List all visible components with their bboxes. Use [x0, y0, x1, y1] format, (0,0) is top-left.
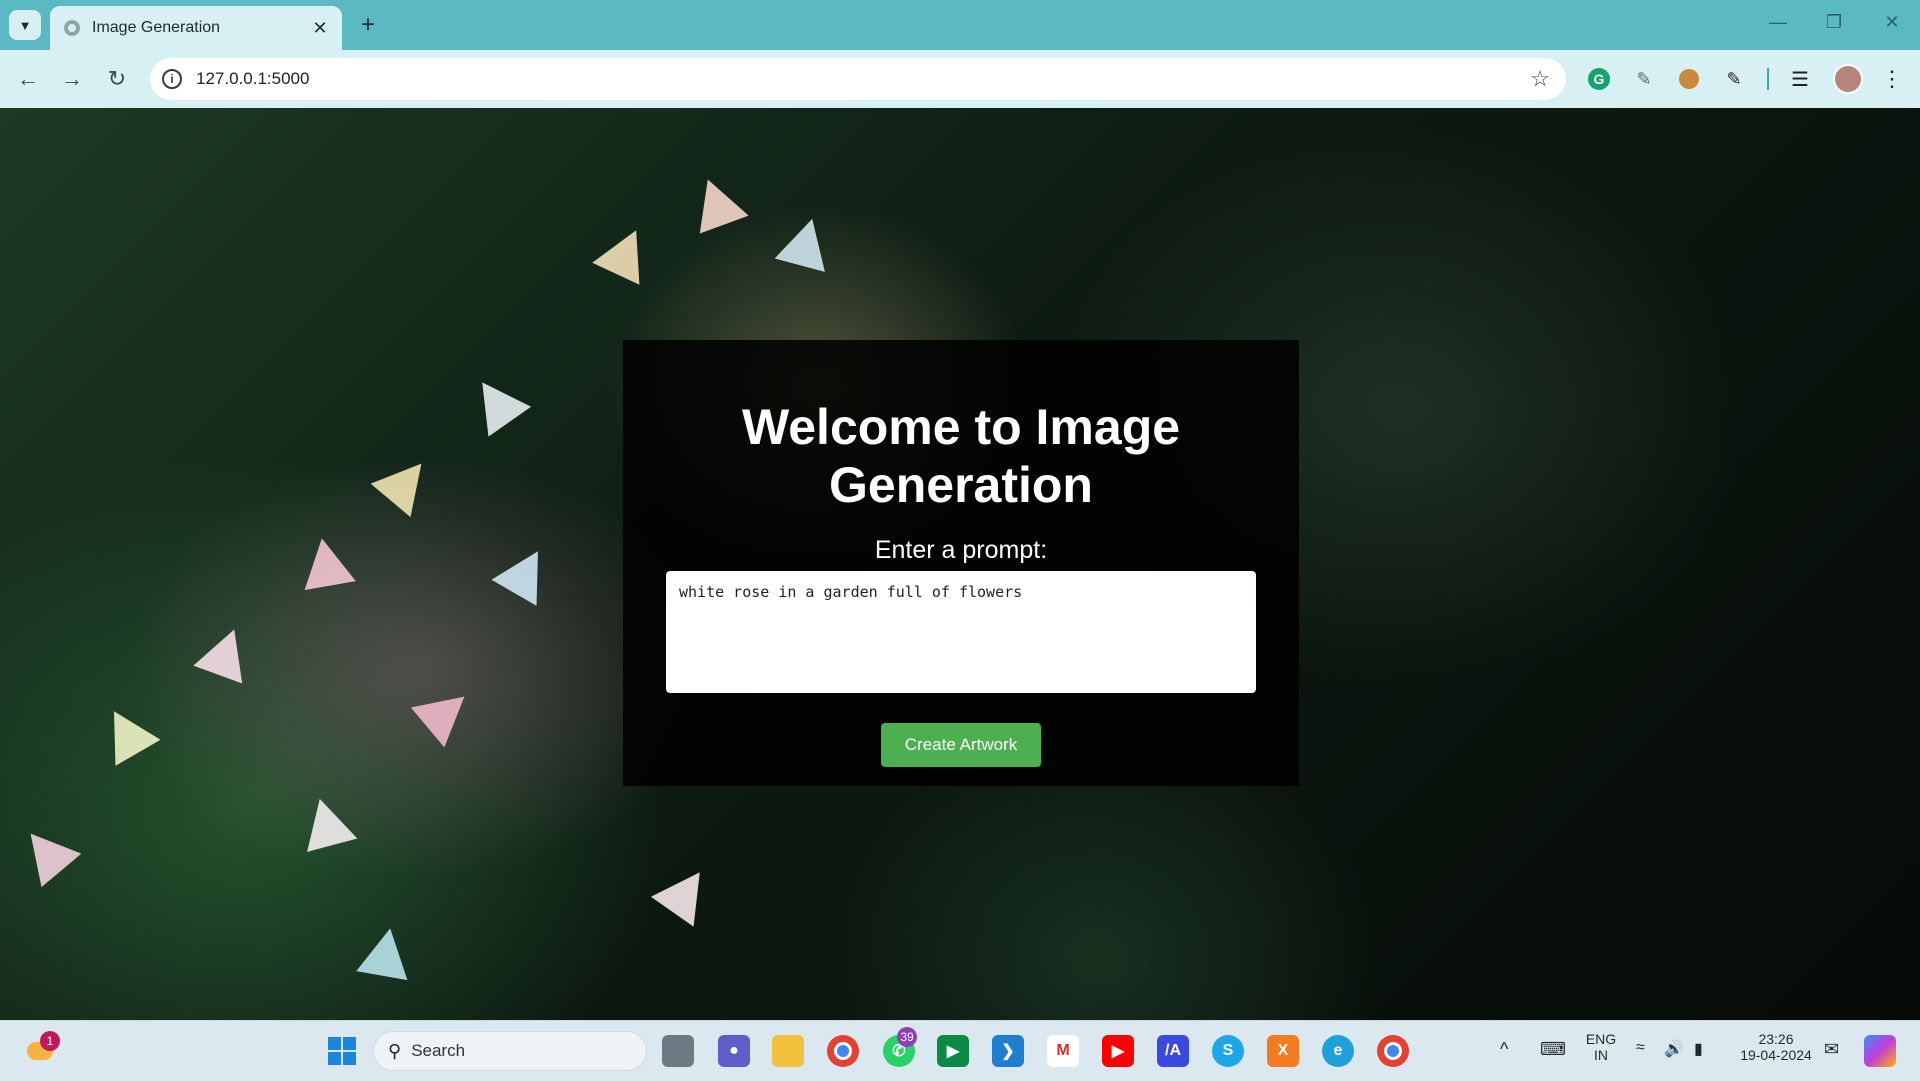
pen-extension-icon[interactable]: ✎ [1628, 63, 1660, 95]
back-arrow-icon[interactable]: ← [12, 63, 44, 95]
copilot-icon[interactable] [1864, 1035, 1896, 1067]
minimize-window-button[interactable]: — [1758, 12, 1798, 33]
edge-icon[interactable]: e [1322, 1035, 1354, 1067]
language-indicator[interactable]: ENG IN [1584, 1031, 1618, 1063]
wifi-icon[interactable]: ≈ [1636, 1039, 1645, 1057]
paper-plane-decoration [491, 538, 561, 606]
menu-kebab-icon[interactable]: ⋮ [1876, 63, 1908, 95]
weather-notification-badge: 1 [40, 1031, 60, 1051]
show-hidden-icons-chevron-icon[interactable]: ^ [1500, 1039, 1508, 1060]
avatar [1833, 64, 1863, 94]
paper-plane-decoration [296, 533, 356, 591]
page-background: Welcome to Image Generation Enter a prom… [0, 108, 1920, 1020]
whatsapp-notification-badge: 39 [897, 1027, 917, 1047]
keyboard-icon[interactable]: ⌨ [1540, 1039, 1566, 1060]
skype-icon[interactable]: S [1212, 1035, 1244, 1067]
paper-plane-decoration [592, 219, 660, 285]
xampp-icon[interactable]: X [1267, 1035, 1299, 1067]
address-bar[interactable]: i 127.0.0.1:5000 ☆ [150, 58, 1566, 100]
paper-plane-decoration [774, 212, 838, 272]
url-text: 127.0.0.1:5000 [196, 69, 310, 88]
battery-icon[interactable]: ▮ [1694, 1039, 1703, 1059]
browser-titlebar: ▼ Image Generation ✕ + — ❐ ✕ [0, 0, 1920, 50]
start-windows-icon[interactable] [326, 1035, 358, 1067]
paper-plane-decoration [91, 698, 161, 766]
create-artwork-button[interactable]: Create Artwork [881, 723, 1041, 767]
browser-toolbar: ← → ↻ i 127.0.0.1:5000 ☆ G ✎ ✎ ☰ ⋮ [0, 50, 1920, 108]
taskbar-search-label: Search [411, 1041, 466, 1060]
taskbar-search-box[interactable]: ⚲ Search [373, 1031, 647, 1071]
profile-avatar[interactable] [1832, 63, 1864, 95]
forward-arrow-icon[interactable]: → [56, 63, 88, 95]
close-window-button[interactable]: ✕ [1872, 12, 1912, 33]
bookmark-star-icon[interactable]: ☆ [1530, 66, 1550, 92]
paper-plane-decoration [356, 923, 416, 981]
task-view-icon[interactable] [662, 1035, 694, 1067]
cookie-extension-icon[interactable] [1673, 63, 1705, 95]
globe-icon [64, 20, 80, 36]
paper-plane-decoration [10, 816, 82, 888]
youtube-icon[interactable]: ▶ [1102, 1035, 1134, 1067]
meet-video-icon[interactable]: ▶ [937, 1035, 969, 1067]
restore-window-button[interactable]: ❐ [1814, 12, 1854, 33]
clock[interactable]: 23:26 19-04-2024 [1734, 1031, 1818, 1063]
close-tab-icon[interactable]: ✕ [306, 18, 334, 39]
paper-plane-decoration [294, 792, 358, 852]
paper-plane-decoration [410, 676, 482, 748]
notification-bell-icon[interactable]: ✉ [1824, 1039, 1839, 1060]
chrome-icon[interactable] [827, 1035, 859, 1067]
grammarly-extension-icon[interactable]: G [1583, 63, 1615, 95]
clock-date: 19-04-2024 [1740, 1047, 1812, 1063]
site-info-icon[interactable]: i [162, 69, 182, 89]
paper-plane-decoration [650, 857, 722, 927]
search-icon: ⚲ [388, 1040, 402, 1061]
media-controls-icon[interactable]: ☰ [1784, 63, 1816, 95]
volume-icon[interactable]: 🔊 [1664, 1039, 1684, 1059]
paper-plane-decoration [370, 446, 442, 518]
file-explorer-icon[interactable] [772, 1035, 804, 1067]
vscode-icon[interactable]: ❯ [992, 1035, 1024, 1067]
vpn-app-icon[interactable]: /A [1157, 1035, 1189, 1067]
paper-plane-decoration [683, 170, 749, 234]
language-code: ENG [1585, 1031, 1617, 1047]
paper-plane-decoration [193, 620, 259, 684]
tab-title: Image Generation [92, 19, 221, 36]
browser-tab[interactable]: Image Generation ✕ [50, 6, 342, 50]
new-tab-button[interactable]: + [353, 10, 383, 40]
extensions-puzzle-icon[interactable]: ✎ [1718, 63, 1750, 95]
clock-time: 23:26 [1758, 1031, 1794, 1047]
prompt-label: Enter a prompt: [874, 536, 1048, 564]
meet-chat-icon[interactable]: ● [718, 1035, 750, 1067]
gmail-icon[interactable]: M [1047, 1035, 1079, 1067]
paper-plane-decoration [460, 367, 532, 437]
toolbar-divider [1767, 68, 1769, 90]
language-region: IN [1594, 1047, 1608, 1063]
reload-icon[interactable]: ↻ [101, 63, 133, 95]
chrome-profile-icon[interactable] [1377, 1035, 1409, 1067]
page-title: Welcome to Image Generation [741, 399, 1181, 513]
prompt-textarea[interactable]: white rose in a garden full of flowers [666, 571, 1256, 693]
chevron-down-icon: ▼ [18, 17, 32, 33]
taskbar: 1 ⚲ Search ● ✆ 39 ▶ ❯ M ▶ /A S X e ^ ⌨ E… [0, 1020, 1920, 1081]
tab-search-button[interactable]: ▼ [9, 10, 41, 40]
generation-form-card: Welcome to Image Generation Enter a prom… [623, 340, 1299, 786]
